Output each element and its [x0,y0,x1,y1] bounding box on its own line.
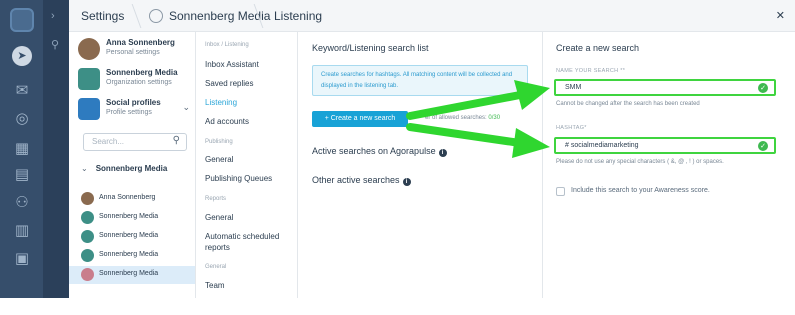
profile-name: Sonnenberg Media [99,270,159,277]
nav-publishing-queues[interactable]: Publishing Queues [205,173,293,184]
settings-nav: Inbox / Listening Inbox Assistant Saved … [196,32,298,298]
hashtag-field-label: HASHTAG* [556,125,587,131]
panel-title: Keyword/Listening search list [312,43,429,53]
create-search-panel: Create a new search NAME YOUR SEARCH ** … [543,32,795,298]
calendar-icon[interactable]: ▦ [12,138,32,158]
search-name-input[interactable]: SMM ✓ [554,79,776,96]
inbox-icon[interactable]: ✉ [12,80,32,100]
nav-section-label: General [205,264,227,270]
org-name: Sonnenberg Media [106,68,178,77]
expand-chevron-icon[interactable]: › [51,10,55,22]
chevron-down-icon[interactable]: ⌄ [182,102,190,113]
profile-avatar [81,211,94,224]
hashtag-value: # socialmediamarketing [565,142,639,149]
send-icon[interactable]: ➤ [12,46,32,66]
awareness-checkbox-label: Include this search to your Awareness sc… [571,187,710,194]
nav-section-label: Reports [205,196,227,202]
listening-icon[interactable]: ◎ [12,108,32,128]
close-icon[interactable]: ✕ [776,9,785,22]
settings-header: Settings Sonnenberg Media Listening ✕ [69,0,795,32]
search-name-value: SMM [565,84,582,91]
profile-avatar [81,230,94,243]
org-avatar [78,68,100,90]
other-searches-heading: Other active searches i [312,175,411,186]
profile-item[interactable]: Sonnenberg Media [69,209,195,227]
team-icon[interactable]: ⚇ [12,192,32,212]
footer-space [0,298,795,315]
profile-name: Sonnenberg Media [99,251,159,258]
profile-item-selected[interactable]: Sonnenberg Media [69,266,195,284]
info-box: Create searches for hashtags. All matchi… [312,65,528,96]
profiles-name: Social profiles [106,98,161,107]
profile-name: Sonnenberg Media [99,213,159,220]
roi-icon[interactable]: ▣ [12,248,32,268]
profile-avatar [81,268,94,281]
check-icon: ✓ [758,83,768,93]
profiles-avatar [78,98,100,120]
check-icon: ✓ [758,141,768,151]
hashtag-hint: Please do not use any special characters… [556,159,724,165]
nav-inbox-assistant[interactable]: Inbox Assistant [205,59,293,70]
app-rail: ➤ ✉ ◎ ▦ ▤ ⚇ ▥ ▣ [0,0,43,315]
hashtag-input[interactable]: # socialmediamarketing ✓ [554,137,776,154]
search-icon: ⚲ [172,135,180,146]
profile-item[interactable]: Sonnenberg Media [69,247,195,265]
profile-item[interactable]: Sonnenberg Media [69,228,195,246]
accounts-column: Anna Sonnenberg Personal settings Sonnen… [69,32,196,298]
other-searches-label: Other active searches [312,175,400,185]
profile-name: Sonnenberg Media [99,232,159,239]
reports-icon[interactable]: ▥ [12,220,32,240]
org-avatar-icon [149,9,163,23]
active-searches-heading: Active searches on Agorapulse i [312,146,447,157]
nav-saved-replies[interactable]: Saved replies [205,78,293,89]
profile-search-input[interactable]: Search... ⚲ [83,133,187,151]
nav-ad-accounts[interactable]: Ad accounts [205,116,293,127]
breadcrumb-settings[interactable]: Settings [81,0,124,32]
search-quota: er of allowed searches: 0/30 [425,115,500,121]
nav-listening[interactable]: Listening [205,97,293,108]
profile-avatar [81,249,94,262]
profile-avatar [81,192,94,205]
name-hint: Cannot be changed after the search has b… [556,101,700,107]
profile-item[interactable]: Anna Sonnenberg [69,190,195,208]
info-icon[interactable]: i [402,178,411,186]
quota-label: er of allowed searches: [425,115,487,121]
search-placeholder: Search... [92,137,125,146]
nav-section-label: Publishing [205,139,233,145]
nav-team[interactable]: Team [205,280,293,291]
org-sub: Organization settings [106,79,172,86]
user-sub: Personal settings [106,49,160,56]
app-logo-icon[interactable] [10,8,34,32]
profile-group-header[interactable]: ⌄ Sonnenberg Media [81,164,167,173]
user-avatar [78,38,100,60]
rail-secondary: › ⚲ [43,0,69,315]
quota-value: 0/30 [488,115,501,121]
chevron-down-icon: ⌄ [81,164,88,173]
profiles-sub: Profile settings [106,109,152,116]
nav-publishing-general[interactable]: General [205,154,293,165]
nav-scheduled-reports[interactable]: Automatic scheduled reports [205,231,293,253]
nav-reports-general[interactable]: General [205,212,293,223]
nav-section-label: Inbox / Listening [205,42,249,48]
breadcrumb-listening: Listening [274,9,323,23]
info-icon[interactable]: i [438,149,447,157]
awareness-checkbox[interactable] [556,187,565,196]
schedule-icon[interactable]: ▤ [12,164,32,184]
name-field-label: NAME YOUR SEARCH ** [556,68,626,74]
active-searches-label: Active searches on Agorapulse [312,146,436,156]
search-list-panel: Keyword/Listening search list Create sea… [298,32,543,298]
panel-title: Create a new search [556,43,640,53]
profile-name: Anna Sonnenberg [99,194,156,201]
user-name: Anna Sonnenberg [106,38,175,47]
create-search-button[interactable]: + Create a new search [312,111,408,127]
search-icon[interactable]: ⚲ [51,38,59,51]
group-label: Sonnenberg Media [95,164,168,173]
